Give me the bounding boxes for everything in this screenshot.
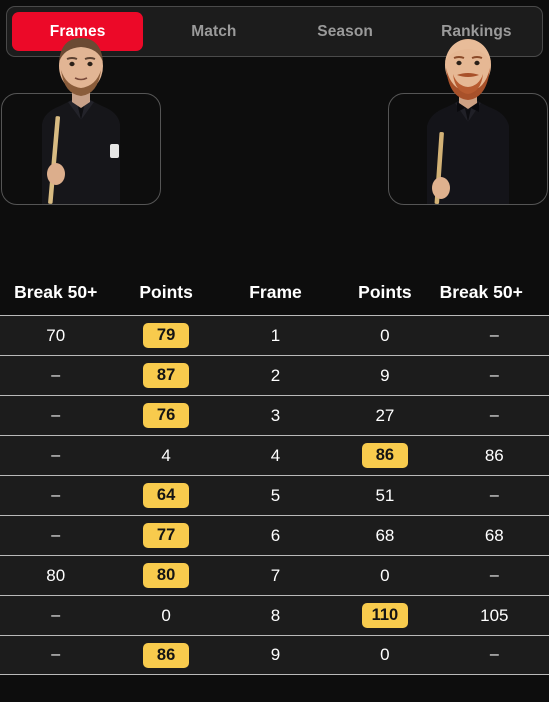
empty-dash: –: [489, 326, 499, 344]
player-portrait-right-icon: [393, 28, 543, 204]
empty-dash: –: [489, 566, 499, 584]
cell-frame-number: 1: [270, 325, 281, 345]
cell-points-right: 68: [375, 525, 395, 545]
cell-frame-number: 2: [270, 365, 281, 385]
empty-dash: –: [51, 406, 61, 424]
cell-break-left: –: [0, 596, 111, 635]
cell-points-left: 86: [111, 636, 220, 674]
header-points-right: Points: [358, 281, 412, 302]
frames-table: Break 50+ Points Frame Points Break 50+ …: [0, 271, 549, 675]
cell-frame-number: 5: [270, 485, 281, 505]
player-card-left[interactable]: [1, 38, 161, 205]
empty-dash: –: [489, 366, 499, 384]
winner-points-badge: 87: [143, 363, 190, 388]
cell-points-left: 76: [111, 396, 220, 435]
winner-points-badge: 64: [143, 483, 190, 508]
table-row[interactable]: – 76 3 27 –: [0, 395, 549, 435]
cell-break-right: –: [440, 356, 549, 395]
tab-season[interactable]: Season: [280, 7, 411, 56]
cell-points-left: 77: [111, 516, 220, 555]
cell-frame-number: 8: [270, 605, 281, 625]
cell-break-left: –: [0, 356, 111, 395]
cell-break-right: –: [440, 476, 549, 515]
cell-break-right: 86: [484, 445, 504, 465]
cell-frame-number: 4: [270, 445, 281, 465]
cell-points-right: 0: [380, 645, 390, 664]
header-break-left: Break 50+: [14, 281, 98, 302]
players-section: [0, 38, 549, 271]
player-card-right[interactable]: [388, 39, 548, 205]
cell-points-left: 0: [161, 605, 171, 625]
cell-break-right: 68: [484, 525, 504, 545]
cell-points-left: 87: [111, 356, 220, 395]
cell-points-right: 51: [375, 485, 395, 505]
empty-dash: –: [489, 486, 499, 504]
winner-points-badge: 86: [361, 443, 408, 468]
player-portrait-left-icon: [6, 28, 156, 204]
table-row[interactable]: – 77 6 68 68: [0, 515, 549, 555]
cell-break-left: –: [0, 516, 111, 555]
cell-frame-number: 3: [270, 405, 281, 425]
cell-break-left: –: [0, 476, 111, 515]
table-header-row: Break 50+ Points Frame Points Break 50+: [0, 271, 549, 315]
header-points-left: Points: [139, 281, 193, 302]
winner-points-badge: 86: [143, 642, 190, 668]
empty-dash: –: [489, 406, 499, 424]
table-row[interactable]: – 86 9 0 –: [0, 635, 549, 675]
cell-frame-number: 7: [270, 565, 281, 585]
cell-break-right: –: [440, 316, 549, 355]
cell-break-left: –: [0, 636, 111, 674]
empty-dash: –: [51, 366, 61, 384]
cell-points-right: 110: [330, 596, 439, 635]
table-row[interactable]: – 64 5 51 –: [0, 475, 549, 515]
cell-points-right: 86: [330, 436, 439, 475]
winner-points-badge: 77: [143, 523, 190, 548]
cell-frame-number: 9: [270, 645, 281, 664]
empty-dash: –: [51, 646, 61, 663]
empty-dash: –: [51, 446, 61, 464]
cell-break-left: 70: [46, 325, 66, 345]
table-row[interactable]: 80 80 7 0 –: [0, 555, 549, 595]
cell-points-left: 80: [111, 556, 220, 595]
cell-points-right: 0: [380, 325, 390, 345]
cell-frame-number: 6: [270, 525, 281, 545]
cell-break-left: –: [0, 396, 111, 435]
cell-break-right: 105: [480, 605, 509, 625]
cell-break-right: –: [440, 396, 549, 435]
table-row[interactable]: – 0 8 110 105: [0, 595, 549, 635]
cell-points-left: 4: [161, 445, 171, 465]
cell-points-left: 79: [111, 316, 220, 355]
table-row[interactable]: – 4 4 86 86: [0, 435, 549, 475]
empty-dash: –: [489, 646, 499, 663]
table-row[interactable]: – 87 2 9 –: [0, 355, 549, 395]
cell-break-right: –: [440, 556, 549, 595]
header-frame: Frame: [249, 281, 302, 302]
table-row[interactable]: 70 79 1 0 –: [0, 315, 549, 355]
empty-dash: –: [51, 526, 61, 544]
cell-break-right: –: [440, 636, 549, 674]
cell-points-right: 0: [380, 565, 390, 585]
winner-points-badge: 79: [143, 323, 190, 348]
tab-match[interactable]: Match: [148, 7, 279, 56]
cell-points-left: 64: [111, 476, 220, 515]
empty-dash: –: [51, 606, 61, 624]
winner-points-badge: 76: [143, 403, 190, 428]
header-break-right: Break 50+: [439, 281, 523, 302]
cell-points-right: 9: [380, 365, 390, 385]
empty-dash: –: [51, 486, 61, 504]
cell-break-left: –: [0, 436, 111, 475]
cell-points-right: 27: [375, 405, 395, 425]
winner-points-badge: 80: [143, 563, 190, 588]
winner-points-badge: 110: [361, 603, 408, 628]
cell-break-left: 80: [46, 565, 66, 585]
